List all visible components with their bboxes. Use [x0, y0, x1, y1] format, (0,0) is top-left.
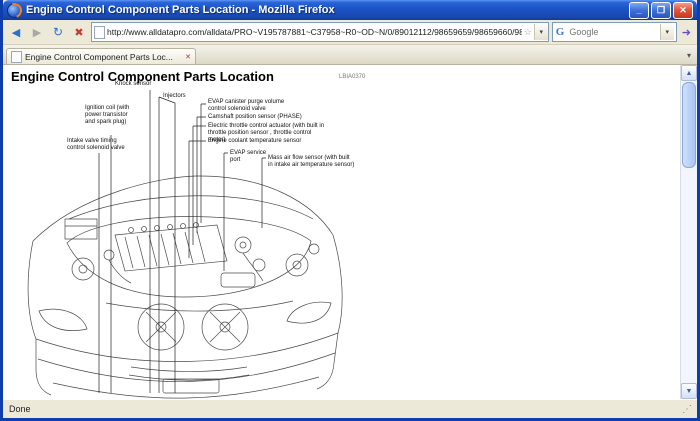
search-engine-dropdown[interactable]: ▾: [660, 24, 674, 40]
tab-label: Engine Control Component Parts Loc...: [25, 52, 182, 62]
tab-bar: Engine Control Component Parts Loc... ✕ …: [3, 45, 697, 65]
scroll-down-icon[interactable]: ▼: [681, 383, 697, 399]
page-content: Engine Control Component Parts Location …: [3, 65, 697, 399]
navigation-toolbar: ◀ ▶ ↻ ✖ ☆ ▾ G ▾ ➜: [3, 20, 697, 45]
bookmark-star-icon[interactable]: ☆: [524, 27, 532, 38]
scroll-up-icon[interactable]: ▲: [681, 65, 697, 81]
status-text: Done: [9, 404, 31, 414]
diagram-label: EVAP canister purge volume control solen…: [208, 99, 303, 113]
window-controls: _ ❐ ✕: [629, 2, 693, 19]
diagram-label: Intake valve timing control solenoid val…: [67, 138, 133, 152]
go-button[interactable]: ➜: [680, 26, 693, 39]
search-bar: G ▾: [552, 22, 677, 42]
window-title: Engine Control Component Parts Location …: [26, 4, 625, 16]
url-dropdown-button[interactable]: ▾: [534, 24, 548, 40]
diagram-label: Camshaft position sensor (PHASE): [208, 114, 333, 121]
url-input[interactable]: [107, 25, 522, 39]
tab-engine-control[interactable]: Engine Control Component Parts Loc... ✕: [6, 48, 196, 64]
tab-close-icon[interactable]: ✕: [185, 53, 191, 61]
diagram-label: Injectors: [163, 93, 203, 100]
scrollbar-thumb[interactable]: [682, 82, 696, 168]
forward-button[interactable]: ▶: [28, 23, 46, 41]
diagram-label: Knock sensor: [115, 81, 185, 88]
list-all-tabs-button[interactable]: ▾: [684, 51, 694, 60]
firefox-icon: [7, 3, 22, 18]
diagram-label: Mass air flow sensor (with built in inta…: [268, 155, 356, 169]
diagram-label: Ignition coil (with power transistor and…: [85, 105, 139, 127]
figure-code: LBIA0370: [339, 74, 365, 80]
tab-favicon: [11, 51, 22, 63]
engine-diagram: Knock sensor Injectors EVAP canister pur…: [11, 83, 671, 399]
minimize-button[interactable]: _: [629, 2, 649, 19]
car-body: [28, 176, 342, 398]
status-bar: Done ⋰: [3, 399, 697, 418]
close-button[interactable]: ✕: [673, 2, 693, 19]
address-bar: ☆ ▾: [91, 22, 549, 42]
title-bar: Engine Control Component Parts Location …: [3, 0, 697, 20]
stop-button[interactable]: ✖: [70, 23, 88, 41]
engine-diagram-svg: [11, 83, 671, 399]
vertical-scrollbar[interactable]: ▲ ▼: [680, 65, 697, 399]
diagram-label: Engine coolant temperature sensor: [208, 138, 336, 145]
maximize-button[interactable]: ❐: [651, 2, 671, 19]
engine-bay: [65, 216, 319, 350]
reload-button[interactable]: ↻: [49, 23, 67, 41]
browser-window: Engine Control Component Parts Location …: [0, 0, 700, 421]
page-favicon: [94, 26, 105, 39]
google-logo-icon: G: [556, 26, 565, 38]
search-input[interactable]: [567, 26, 656, 38]
back-button[interactable]: ◀: [7, 23, 25, 41]
resize-grip[interactable]: ⋰: [682, 404, 691, 415]
